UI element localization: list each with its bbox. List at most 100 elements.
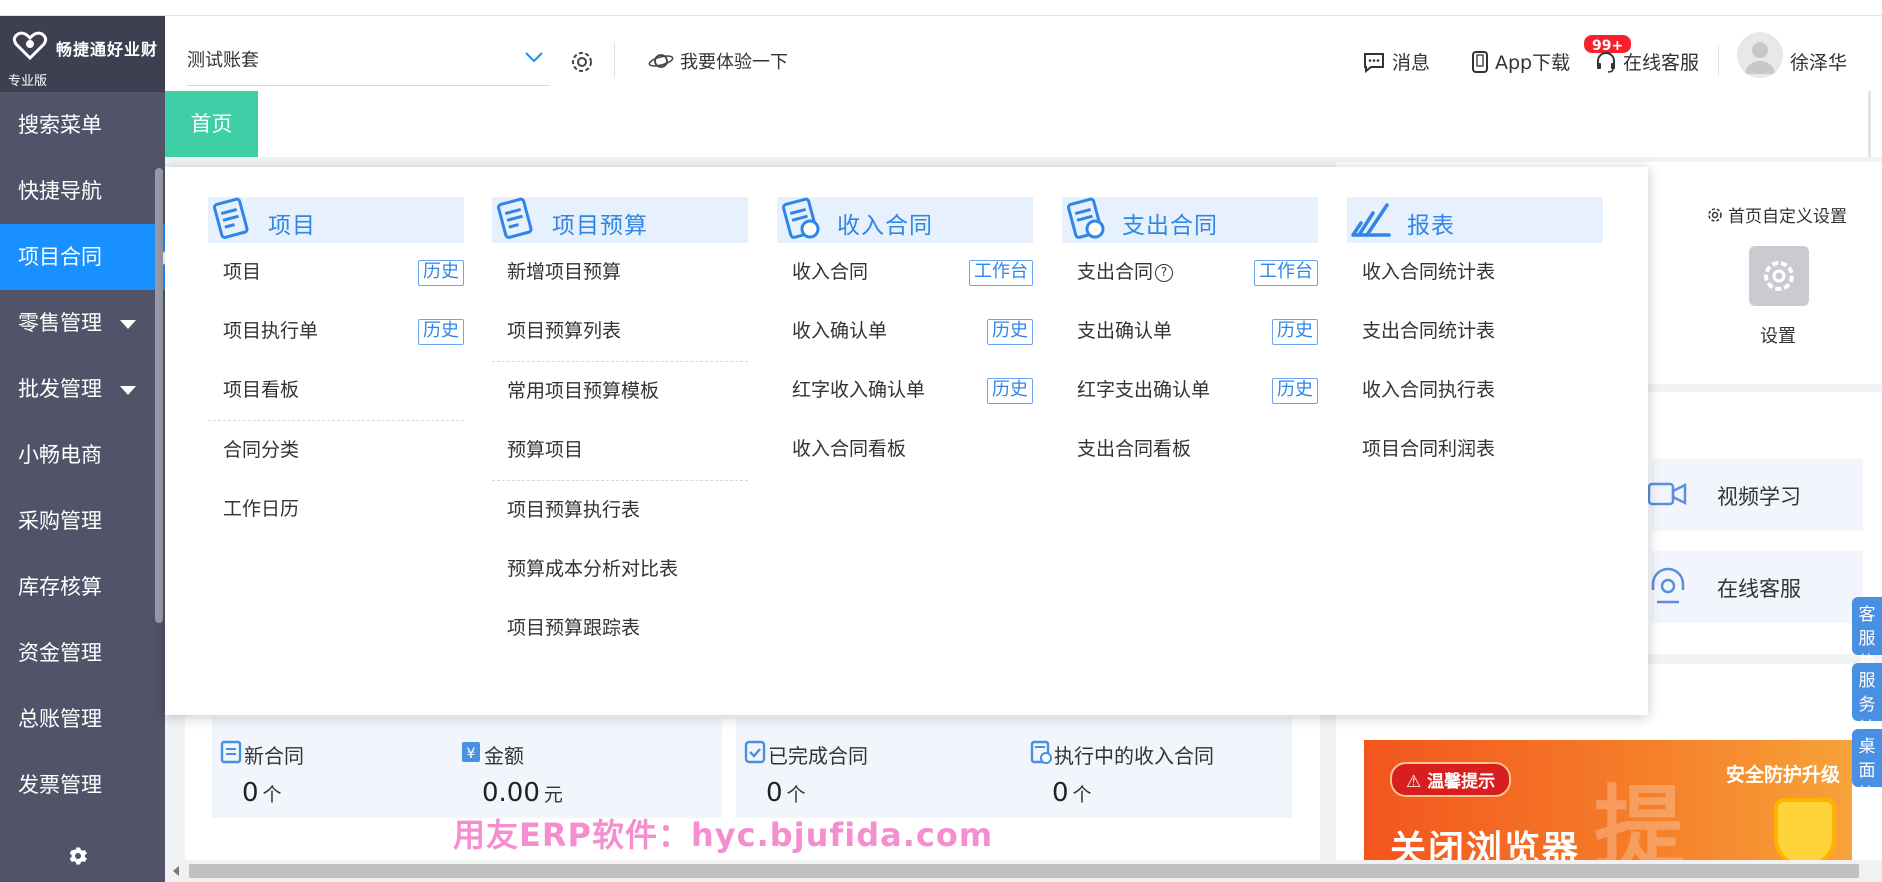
logo[interactable]: 畅捷通好业财 专业版 [0,16,165,92]
sidebar-item-label: 发票管理 [18,773,102,797]
stat-label: 金额 [484,744,524,768]
menu-item-red-expense-confirm[interactable]: 红字支出确认单 历史 [1062,361,1318,420]
history-tag[interactable]: 历史 [418,260,464,286]
stat-new-contract[interactable]: 新合同 0个 [212,718,452,818]
menu-item-budget-list[interactable]: 项目预算列表 [492,302,748,361]
menu-item-budget-tracking[interactable]: 项目预算跟踪表 [492,599,748,658]
menu-item-expense-board[interactable]: 支出合同看板 [1062,420,1318,479]
sidebar-item-retail[interactable]: 零售管理 [0,290,165,356]
help-icon[interactable]: ? [1155,263,1174,282]
tab-home[interactable]: 首页 [165,91,258,157]
stat-executing-contract[interactable]: 执行中的收入合同 0个 [1022,718,1292,818]
sidebar-item-purchase[interactable]: 采购管理 [0,488,165,554]
sidebar-item-invoice[interactable]: 发票管理 [0,752,165,818]
user-icon [1745,42,1775,74]
settings-tile[interactable] [1749,246,1809,306]
account-select[interactable]: 测试账套 [187,46,550,86]
history-tag[interactable]: 历史 [1272,319,1318,345]
sidebar-scrollbar[interactable] [155,168,163,623]
sidebar-item-ledger[interactable]: 总账管理 [0,686,165,752]
custom-settings-link[interactable]: 首页自定义设置 [1706,202,1847,227]
online-service-label: 在线客服 [1623,52,1700,74]
edition-label: 专业版 [8,74,48,89]
sidebar-item-label: 零售管理 [18,311,102,335]
stat-unit: 个 [262,784,282,806]
caret-down-icon [120,386,136,395]
float-tab-desktop[interactable]: 桌面快捷 [1852,729,1882,829]
workbench-tag[interactable]: 工作台 [969,260,1033,286]
sidebar-item-inventory[interactable]: 库存核算 [0,554,165,620]
sidebar-item-project-contract[interactable]: 项目合同 [0,224,165,290]
gear-icon[interactable] [66,844,90,868]
planet-icon [648,54,674,68]
sidebar-item-wholesale[interactable]: 批发管理 [0,356,165,422]
horizontal-scrollbar[interactable] [165,860,1882,882]
video-learning-label: 视频学习 [1717,485,1801,509]
menu-item-income-contract[interactable]: 收入合同 工作台 [777,243,1033,302]
scroll-left-arrow-icon[interactable] [173,866,179,876]
menu-item-label: 常用项目预算模板 [507,380,660,402]
stat-unit: 元 [543,784,563,806]
history-tag[interactable]: 历史 [1272,378,1318,404]
try-experience-label: 我要体验一下 [680,52,788,73]
menu-item-expense-stat-report[interactable]: 支出合同统计表 [1347,302,1603,361]
menu-item-income-execution-report[interactable]: 收入合同执行表 [1347,361,1603,420]
shield-icon [1774,798,1836,860]
stat-value-wrap: 0个 [766,778,806,808]
account-select-value: 测试账套 [187,50,259,71]
stat-completed-contract[interactable]: 已完成合同 0个 [736,718,1022,818]
sidebar-item-label: 库存核算 [18,575,102,599]
menu-column-reports: 报表 收入合同统计表 支出合同统计表 收入合同执行表 项目合同利润表 [1347,197,1603,479]
menu-item-project-board[interactable]: 项目看板 [208,361,464,420]
username[interactable]: 徐泽华 [1790,48,1847,75]
menu-item-income-stat-report[interactable]: 收入合同统计表 [1347,243,1603,302]
menu-item-budget-template[interactable]: 常用项目预算模板 [492,362,748,421]
stat-value: 0 [1052,778,1069,808]
messages-button[interactable]: 消息 [1362,48,1430,75]
menu-item-budget-execution[interactable]: 项目预算执行表 [492,481,748,540]
workbench-tag[interactable]: 工作台 [1254,260,1318,286]
stat-value-wrap: 0个 [1052,778,1092,808]
menu-item-project[interactable]: 项目 历史 [208,243,464,302]
message-icon [1364,52,1384,73]
expense-contract-icon [1066,197,1105,239]
promo-tip: ⚠ 温馨提示 [1390,762,1512,797]
menu-item-contract-category[interactable]: 合同分类 [208,421,464,480]
sidebar-item-funds[interactable]: 资金管理 [0,620,165,686]
online-service-button[interactable]: 在线客服 [1595,48,1699,75]
history-tag[interactable]: 历史 [987,319,1033,345]
app-download-label: App下载 [1495,52,1571,74]
tab-bar-edge [1868,91,1871,157]
float-tab-community[interactable]: 服务社区 [1852,663,1882,763]
sidebar-item-quick-nav[interactable]: 快捷导航 [0,158,165,224]
avatar[interactable] [1737,32,1783,78]
menu-item-budget-cost-analysis[interactable]: 预算成本分析对比表 [492,540,748,599]
sidebar-item-label: 搜索菜单 [18,113,102,137]
menu-item-project-execution[interactable]: 项目执行单 历史 [208,302,464,361]
stat-amount[interactable]: ¥ 金额 0.00 元 [452,718,722,818]
menu-item-income-confirm[interactable]: 收入确认单 历史 [777,302,1033,361]
menu-item-income-board[interactable]: 收入合同看板 [777,420,1033,479]
menu-item-new-budget[interactable]: 新增项目预算 [492,243,748,302]
menu-item-work-calendar[interactable]: 工作日历 [208,480,464,539]
menu-item-budget-project[interactable]: 预算项目 [492,421,748,480]
menu-item-expense-confirm[interactable]: 支出确认单 历史 [1062,302,1318,361]
app-download-button[interactable]: App下载 [1471,48,1570,75]
menu-column-title: 项目 [268,213,316,239]
float-tab-hotline[interactable]: 客服热线 [1852,597,1882,697]
history-tag[interactable]: 历史 [987,378,1033,404]
menu-item-expense-contract[interactable]: 支出合同? 工作台 [1062,243,1318,302]
sidebar-item-search-menu[interactable]: 搜索菜单 [0,92,165,158]
project-contract-mega-menu: 项目 项目 历史 项目执行单 历史 项目看板 合同分类 工作日历 项目预算 新增项目… [165,167,1648,715]
menu-item-red-income-confirm[interactable]: 红字收入确认单 历史 [777,361,1033,420]
scrollbar-thumb[interactable] [189,864,1859,878]
menu-item-label: 新增项目预算 [507,261,622,283]
sidebar-item-ecommerce[interactable]: 小畅电商 [0,422,165,488]
headset-icon [1597,51,1615,73]
history-tag[interactable]: 历史 [418,319,464,345]
try-experience-link[interactable]: 我要体验一下 [648,48,788,74]
account-settings-gear-icon[interactable] [569,49,595,75]
menu-item-profit-report[interactable]: 项目合同利润表 [1347,420,1603,479]
security-promo-banner[interactable]: 提 ⚠ 温馨提示 关闭浏览器 安全防护升级 [1364,740,1852,860]
brand-name: 畅捷通好业财 [56,40,159,59]
